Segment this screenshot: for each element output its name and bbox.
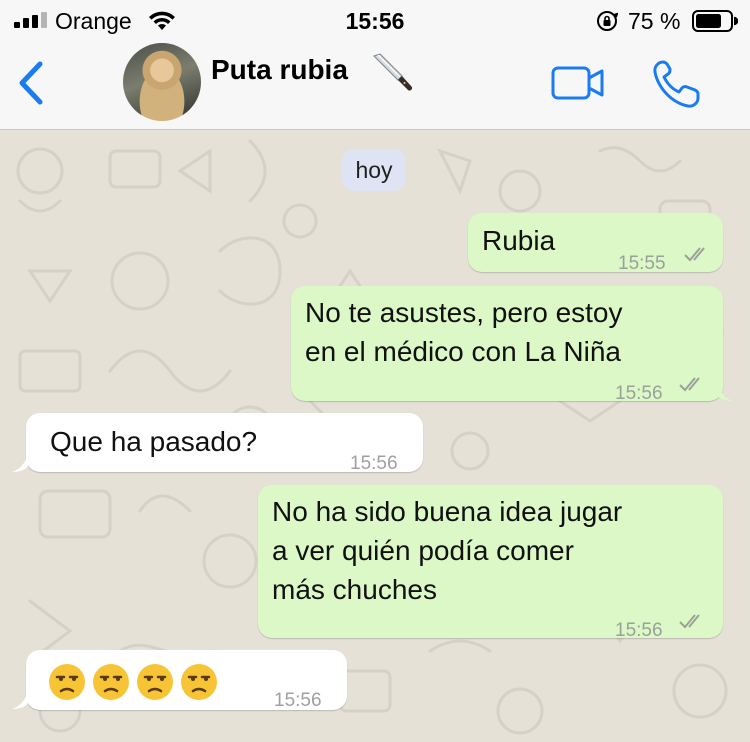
contact-name[interactable]: Puta rubia (211, 54, 348, 86)
message-line: a ver quién podía comer (272, 535, 574, 566)
message-line: más chuches (272, 574, 437, 605)
emoji-row (48, 661, 224, 701)
orientation-lock-icon (597, 11, 618, 31)
contact-avatar[interactable] (123, 43, 201, 121)
battery-percent: 75 % (628, 8, 681, 34)
message-time: 15:56 (615, 383, 663, 404)
message-time: 15:56 (274, 690, 322, 711)
message-line: en el médico con La Niña (305, 336, 621, 367)
bubble-tail (12, 454, 28, 472)
read-receipt-icon (679, 377, 700, 392)
battery-icon (692, 10, 738, 32)
message-text: Que ha pasado? (50, 426, 258, 457)
message-text: Rubia (482, 225, 556, 256)
incoming-message[interactable]: Que ha pasado? 15:56 (26, 413, 423, 474)
bubble-tail (12, 691, 28, 709)
unamused-face-icon (93, 663, 129, 700)
outgoing-message[interactable]: No ha sido buena idea jugar a ver quién … (258, 485, 723, 641)
message-line: No ha sido buena idea jugar (272, 496, 623, 527)
unamused-face-icon (137, 663, 173, 700)
message-time: 15:56 (615, 620, 663, 641)
message-time: 15:55 (618, 253, 666, 274)
message-time: 15:56 (350, 453, 398, 474)
outgoing-message[interactable]: Rubia 15:55 (468, 213, 723, 274)
voice-call-button[interactable] (650, 58, 706, 110)
knife-icon (372, 53, 412, 91)
chat-area[interactable]: hoy Rubia 15:55 No te asustes, pero esto… (0, 131, 750, 742)
chat-header: Puta rubia (0, 40, 750, 130)
video-call-button[interactable] (550, 62, 606, 104)
outgoing-message[interactable]: No te asustes, pero estoy en el médico c… (291, 286, 723, 404)
back-button[interactable] (14, 60, 48, 106)
bubble-tail (717, 383, 733, 401)
date-chip: hoy (342, 149, 406, 191)
incoming-message[interactable]: 15:56 (26, 650, 347, 711)
read-receipt-icon (684, 247, 705, 262)
status-bar: Orange 15:56 75 % (0, 0, 750, 40)
unamused-face-icon (49, 663, 85, 700)
unamused-face-icon (181, 663, 217, 700)
message-line: No te asustes, pero estoy (305, 297, 623, 328)
read-receipt-icon (679, 614, 700, 629)
